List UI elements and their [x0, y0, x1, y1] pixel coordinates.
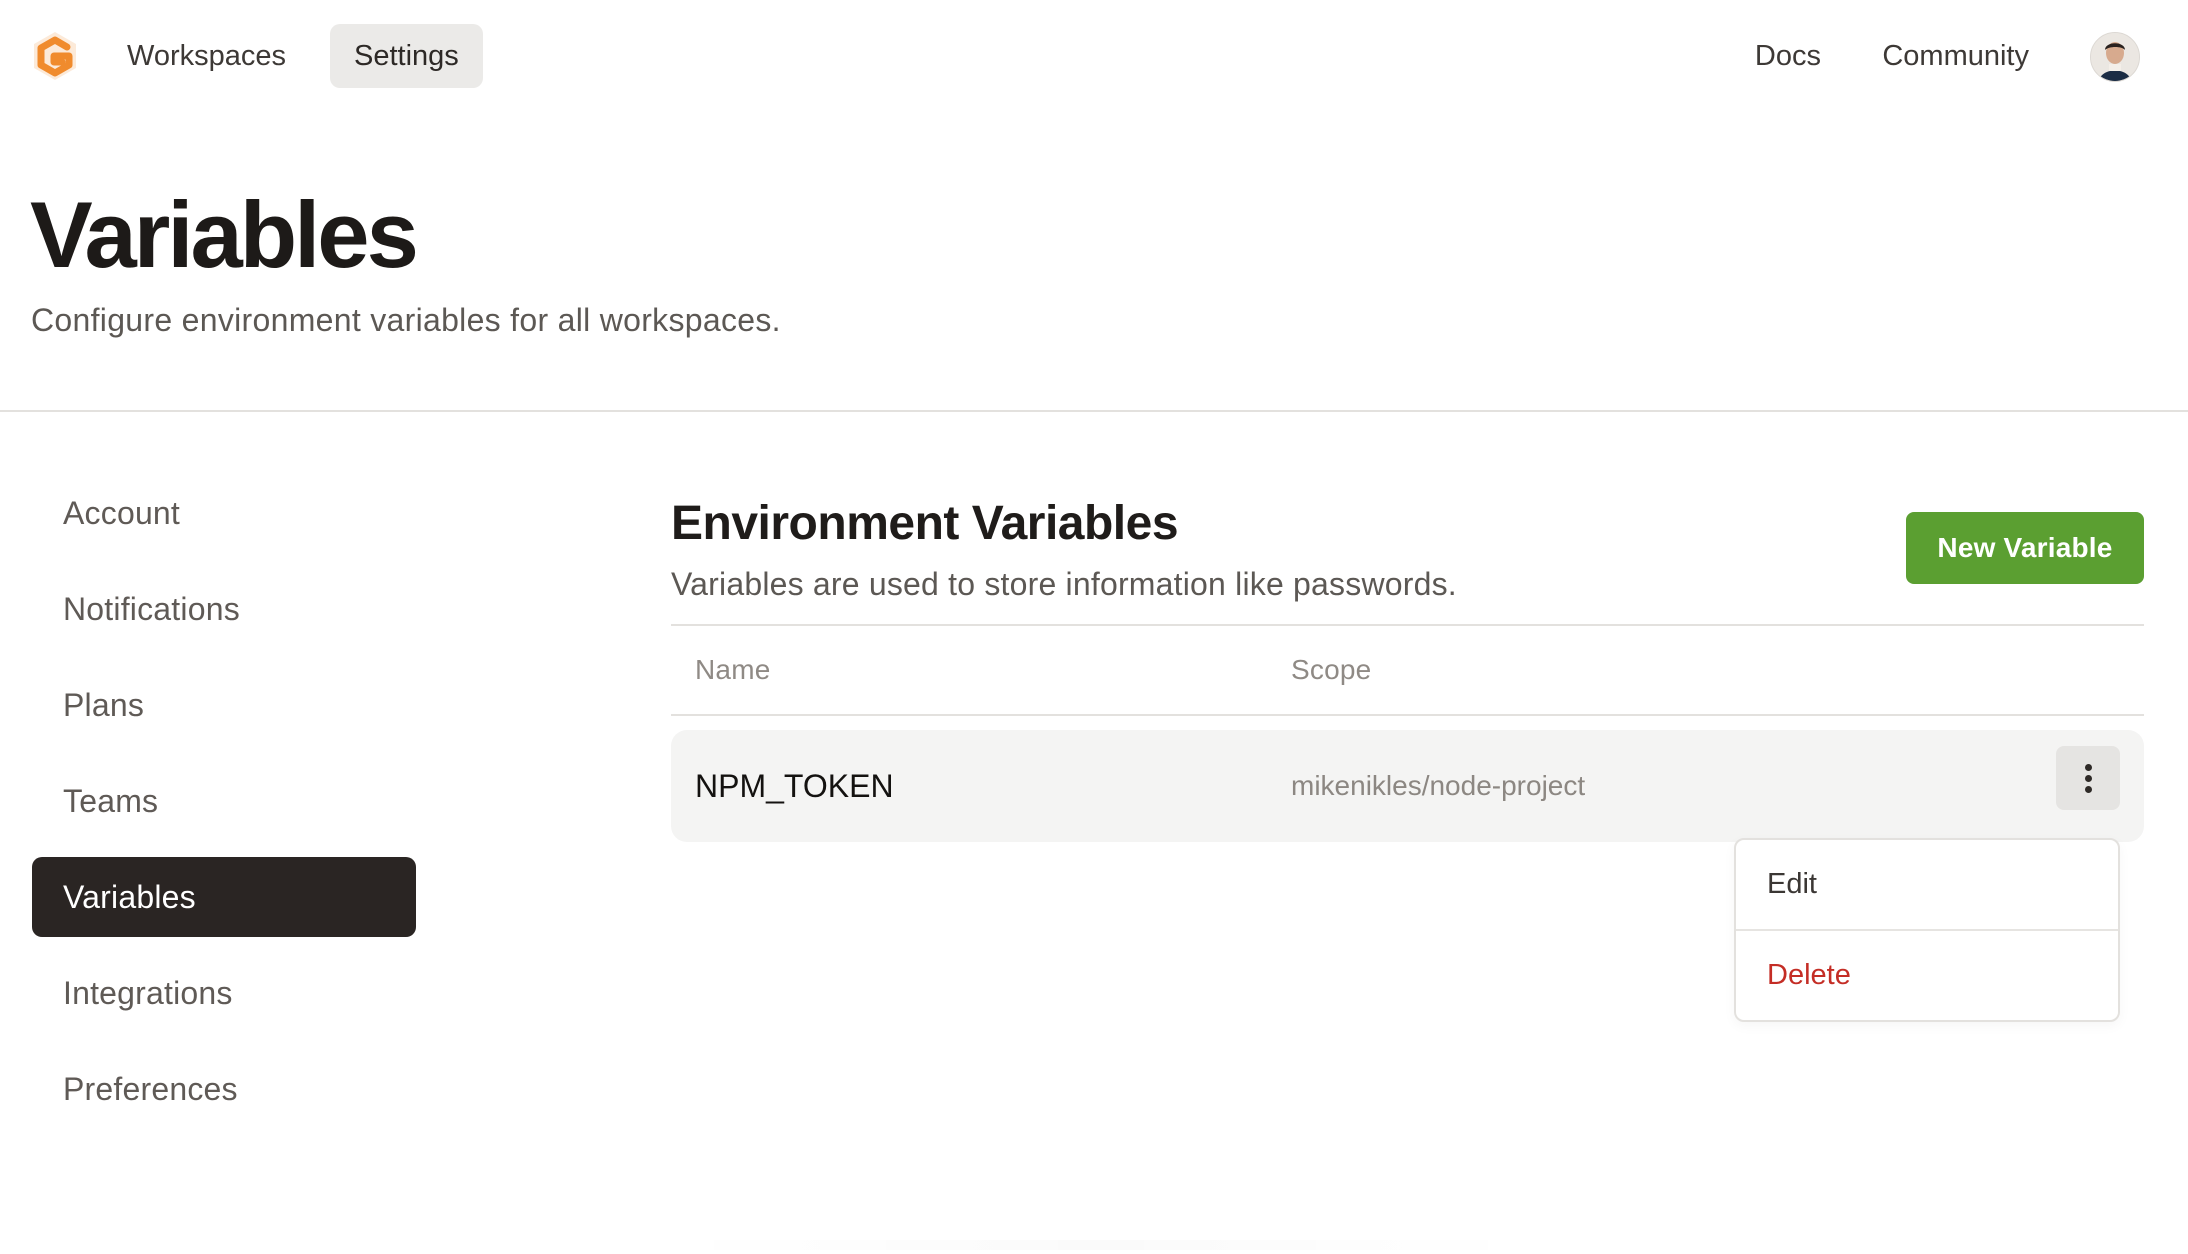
page-title: Variables	[30, 182, 419, 287]
sidebar-item-teams[interactable]: Teams	[32, 761, 416, 841]
bottom-shadow	[671, 1240, 1531, 1250]
app-logo-icon[interactable]	[30, 30, 80, 84]
table-header-divider	[671, 714, 2144, 716]
settings-sidebar: Account Notifications Plans Teams Variab…	[32, 473, 416, 1145]
sidebar-item-integrations[interactable]: Integrations	[32, 953, 416, 1033]
sidebar-item-preferences[interactable]: Preferences	[32, 1049, 416, 1129]
nav-workspaces-link[interactable]: Workspaces	[103, 24, 310, 88]
nav-docs-link[interactable]: Docs	[1731, 24, 1845, 88]
section-description: Variables are used to store information …	[671, 566, 1457, 602]
row-actions-menu: Edit Delete	[1734, 838, 2120, 1022]
menu-item-delete[interactable]: Delete	[1736, 929, 2118, 1020]
more-vertical-icon[interactable]	[2056, 746, 2120, 810]
nav-settings-link[interactable]: Settings	[330, 24, 483, 88]
page-subtitle: Configure environment variables for all …	[31, 302, 781, 338]
table-header: Name Scope	[671, 626, 2144, 714]
user-avatar-icon[interactable]	[2090, 32, 2140, 82]
table-row[interactable]: NPM_TOKEN mikenikles/node-project	[671, 730, 2144, 842]
column-header-name: Name	[695, 654, 771, 685]
sidebar-item-notifications[interactable]: Notifications	[32, 569, 416, 649]
variable-scope-cell: mikenikles/node-project	[1291, 770, 1586, 801]
menu-item-edit[interactable]: Edit	[1736, 840, 2118, 929]
kebab-dot	[2085, 786, 2092, 793]
column-header-scope: Scope	[1291, 654, 1372, 685]
kebab-dot	[2085, 775, 2092, 782]
top-navigation: Workspaces Settings Docs Community	[0, 0, 2188, 112]
sidebar-item-plans[interactable]: Plans	[32, 665, 416, 745]
variable-name-cell: NPM_TOKEN	[695, 768, 894, 804]
kebab-dot	[2085, 764, 2092, 771]
sidebar-item-account[interactable]: Account	[32, 473, 416, 553]
section-title: Environment Variables	[671, 497, 1179, 550]
header-divider	[0, 410, 2188, 412]
new-variable-button[interactable]: New Variable	[1906, 512, 2144, 584]
sidebar-item-variables[interactable]: Variables	[32, 857, 416, 937]
nav-community-link[interactable]: Community	[1858, 24, 2053, 88]
